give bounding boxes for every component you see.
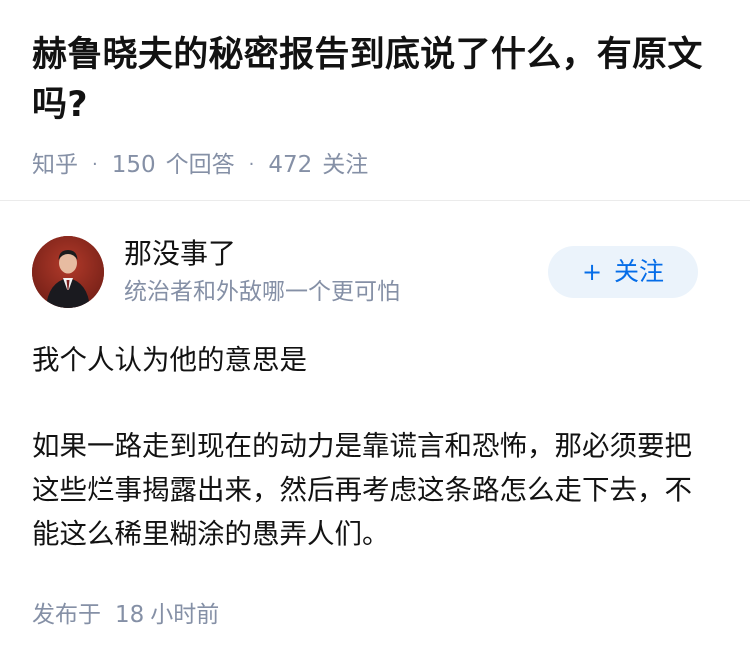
published-count: 18 [115,602,145,628]
author-bio: 统治者和外敌哪一个更可怕 [124,279,400,305]
question-header: 赫鲁晓夫的秘密报告到底说了什么，有原文吗? 知乎 · 150 个回答 · 472… [0,0,750,180]
separator-dot: · [92,154,98,175]
avatar[interactable] [32,236,104,308]
answer-paragraph: 如果一路走到现在的动力是靠谎言和恐怖，那必须要把这些烂事揭露出来，然后再考虑这条… [32,430,692,550]
answer-page: 赫鲁晓夫的秘密报告到底说了什么，有原文吗? 知乎 · 150 个回答 · 472… [0,0,750,670]
source-label[interactable]: 知乎 [32,150,78,180]
answers-label: 个回答 [165,152,235,178]
publish-time: 发布于 18 小时前 [32,600,219,630]
answers-count: 150 [111,152,156,178]
section-divider [0,200,750,201]
avatar-photo-icon [32,236,104,308]
plus-icon: + [581,258,603,286]
published-unit: 小时前 [150,602,220,628]
answer-paragraph: 我个人认为他的意思是 [32,344,307,376]
question-title[interactable]: 赫鲁晓夫的秘密报告到底说了什么，有原文吗? [32,30,718,130]
author-name[interactable]: 那没事了 [124,236,236,272]
followers-count: 472 [268,152,313,178]
author-row: 那没事了 统治者和外敌哪一个更可怕 + 关注 [32,236,718,308]
question-meta: 知乎 · 150 个回答 · 472 关注 [32,150,718,180]
answer-body: 我个人认为他的意思是 如果一路走到现在的动力是靠谎言和恐怖，那必须要把这些烂事揭… [32,338,718,556]
follow-label: 关注 [614,257,665,286]
follow-button[interactable]: + 关注 [548,246,698,298]
published-prefix: 发布于 [32,602,101,628]
separator-dot: · [248,154,255,175]
followers-label: 关注 [322,152,369,178]
